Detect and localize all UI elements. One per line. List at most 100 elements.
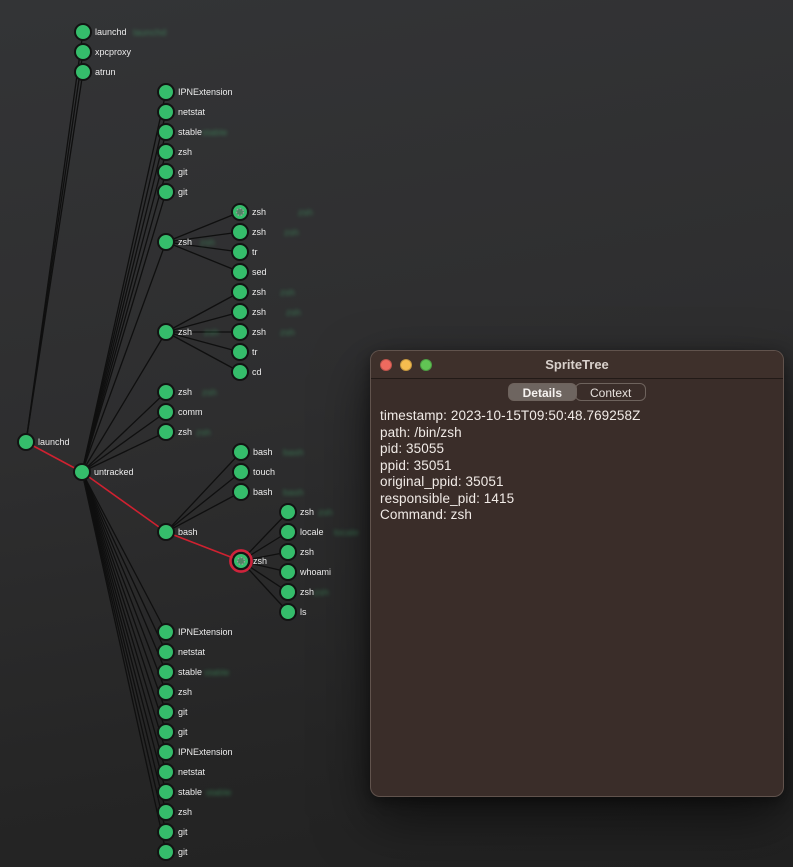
node-circle <box>158 164 174 180</box>
tree-node-IPNExtension[interactable]: IPNExtension <box>158 624 233 640</box>
window-titlebar[interactable]: SpriteTree <box>371 351 783 379</box>
tab-details[interactable]: Details <box>508 383 577 401</box>
tree-node-stable[interactable]: stable <box>158 124 202 140</box>
node-label: zsh <box>300 507 314 517</box>
tree-node-IPNExtension[interactable]: IPNExtension <box>158 744 233 760</box>
tree-node-zsh[interactable]: zsh <box>232 304 266 320</box>
tree-node-zsh[interactable]: zsh <box>280 584 314 600</box>
tree-node-launchd[interactable]: launchd <box>75 24 127 40</box>
tree-node-ls[interactable]: ls <box>280 604 307 620</box>
ghost-label: stable <box>204 668 229 679</box>
node-label: git <box>178 707 188 717</box>
ghost-label: bash <box>283 448 304 459</box>
node-circle <box>233 444 249 460</box>
tree-node-launchd[interactable]: launchd <box>18 434 70 450</box>
node-label: locale <box>300 527 324 537</box>
tree-node-netstat[interactable]: netstat <box>158 104 206 120</box>
tree-node-IPNExtension[interactable]: IPNExtension <box>158 84 233 100</box>
detail-path: path: /bin/zsh <box>380 425 774 442</box>
node-circle <box>158 644 174 660</box>
tree-node-comm[interactable]: comm <box>158 404 203 420</box>
node-label: stable <box>178 127 202 137</box>
node-label: whoami <box>299 567 331 577</box>
tree-edge <box>82 472 166 652</box>
node-circle <box>158 404 174 420</box>
detail-original-ppid: original_ppid: 35051 <box>380 474 774 491</box>
tree-edge <box>82 472 166 752</box>
node-label: bash <box>178 527 198 537</box>
tree-node-zsh[interactable]: zsh <box>158 684 192 700</box>
node-circle <box>158 524 174 540</box>
node-circle <box>75 24 91 40</box>
node-circle <box>232 324 248 340</box>
node-circle <box>280 544 296 560</box>
node-circle <box>158 324 174 340</box>
tree-edge <box>166 332 240 372</box>
dotted-marker-icon <box>238 558 245 565</box>
tree-edge <box>82 472 166 852</box>
tree-node-netstat[interactable]: netstat <box>158 644 206 660</box>
tree-node-zsh[interactable]: zsh <box>232 324 266 340</box>
tree-node-tr[interactable]: tr <box>232 244 258 260</box>
node-circle <box>158 84 174 100</box>
tree-node-netstat[interactable]: netstat <box>158 764 206 780</box>
tree-node-stable[interactable]: stable <box>158 664 202 680</box>
tree-node-sed[interactable]: sed <box>232 264 267 280</box>
tree-node-bash[interactable]: bash <box>233 484 273 500</box>
tree-node-zsh[interactable]: zsh <box>158 804 192 820</box>
detail-timestamp: timestamp: 2023-10-15T09:50:48.769258Z <box>380 408 774 425</box>
node-label: zsh <box>253 556 267 566</box>
tree-node-zsh[interactable]: zsh <box>230 550 267 571</box>
node-circle <box>233 464 249 480</box>
tree-node-zsh[interactable]: zsh <box>232 284 266 300</box>
detail-ppid: ppid: 35051 <box>380 458 774 475</box>
tab-context[interactable]: Context <box>575 383 646 401</box>
tree-node-bash[interactable]: bash <box>233 444 273 460</box>
tree-node-tr[interactable]: tr <box>232 344 258 360</box>
tree-node-zsh[interactable]: zsh <box>158 234 192 250</box>
tree-node-touch[interactable]: touch <box>233 464 275 480</box>
node-label: IPNExtension <box>178 87 233 97</box>
node-label: zsh <box>300 587 314 597</box>
tree-node-zsh[interactable]: zsh <box>158 144 192 160</box>
node-circle <box>75 44 91 60</box>
tree-node-git[interactable]: git <box>158 724 188 740</box>
tree-node-zsh[interactable]: zsh <box>280 504 314 520</box>
node-circle <box>232 264 248 280</box>
tree-node-zsh[interactable]: zsh <box>280 544 314 560</box>
tree-node-untracked[interactable]: untracked <box>74 464 134 480</box>
tree-node-zsh[interactable]: zsh <box>232 224 266 240</box>
tree-edge <box>82 472 166 792</box>
detail-command: Command: zsh <box>380 507 774 524</box>
ghost-label: zsh <box>204 328 219 339</box>
tree-node-git[interactable]: git <box>158 704 188 720</box>
tree-edge <box>82 172 166 472</box>
spritetree-window: SpriteTree Details Context timestamp: 20… <box>370 350 784 797</box>
close-button[interactable] <box>380 359 392 371</box>
tree-node-bash[interactable]: bash <box>158 524 198 540</box>
zoom-button[interactable] <box>420 359 432 371</box>
tree-node-git[interactable]: git <box>158 184 188 200</box>
tree-node-stable[interactable]: stable <box>158 784 202 800</box>
tree-node-zsh[interactable]: zsh <box>232 204 266 220</box>
tree-node-git[interactable]: git <box>158 164 188 180</box>
tree-node-git[interactable]: git <box>158 844 188 860</box>
tree-node-whoami[interactable]: whoami <box>280 564 331 580</box>
node-label: zsh <box>300 547 314 557</box>
node-label: zsh <box>178 237 192 247</box>
minimize-button[interactable] <box>400 359 412 371</box>
tree-node-cd[interactable]: cd <box>232 364 262 380</box>
tree-node-zsh[interactable]: zsh <box>158 424 192 440</box>
tree-node-atrun[interactable]: atrun <box>75 64 116 80</box>
node-label: zsh <box>252 307 266 317</box>
tree-node-xpcproxy[interactable]: xpcproxy <box>75 44 132 60</box>
segmented-control: Details Context <box>508 383 647 401</box>
node-circle <box>74 464 90 480</box>
tree-node-zsh[interactable]: zsh <box>158 384 192 400</box>
node-label: git <box>178 167 188 177</box>
tree-node-git[interactable]: git <box>158 824 188 840</box>
node-circle <box>158 624 174 640</box>
detail-responsible-pid: responsible_pid: 1415 <box>380 491 774 508</box>
tree-node-locale[interactable]: locale <box>280 524 324 540</box>
tree-edge <box>82 192 166 472</box>
